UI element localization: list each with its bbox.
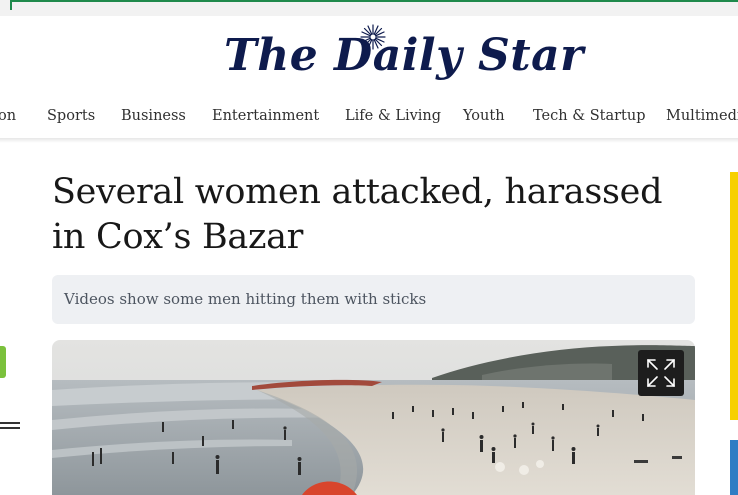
nav-divider-shadow — [0, 138, 738, 143]
nav-item-business[interactable]: Business — [121, 106, 186, 126]
expand-image-button[interactable] — [638, 350, 684, 396]
nav-item-entertainment[interactable]: Entertainment — [212, 106, 319, 126]
nav-item-sports[interactable]: Sports — [47, 106, 95, 126]
article-headline: Several women attacked, harassed in Cox’… — [52, 172, 663, 257]
article-subheadline: Videos show some men hitting them with s… — [64, 290, 427, 308]
nav-item-tech-startup[interactable]: Tech & Startup — [533, 106, 646, 126]
nav-item-opinion[interactable]: on — [0, 106, 16, 126]
site-logo[interactable]: The Daily Star — [224, 24, 583, 86]
right-side-ad-yellow[interactable] — [730, 172, 738, 420]
left-edge-tab[interactable] — [0, 346, 6, 378]
main-navigation: on Sports Business Entertainment Life & … — [0, 96, 738, 138]
top-accent-line — [10, 0, 738, 2]
top-strip — [0, 0, 738, 16]
nav-item-youth[interactable]: Youth — [463, 106, 505, 126]
right-side-ad-blue[interactable] — [730, 440, 738, 495]
nav-item-multimedia[interactable]: Multimedia — [666, 106, 738, 126]
star-icon — [360, 24, 386, 50]
expand-icon — [647, 359, 675, 387]
article-subheadline-box: Videos show some men hitting them with s… — [52, 275, 695, 324]
article-hero-image[interactable] — [52, 340, 695, 495]
masthead: The Daily Star — [0, 16, 738, 96]
top-accent-edge — [10, 0, 12, 10]
nav-item-life-living[interactable]: Life & Living — [345, 106, 441, 126]
hamburger-menu-icon[interactable] — [0, 420, 20, 430]
beach-photo — [52, 340, 695, 495]
